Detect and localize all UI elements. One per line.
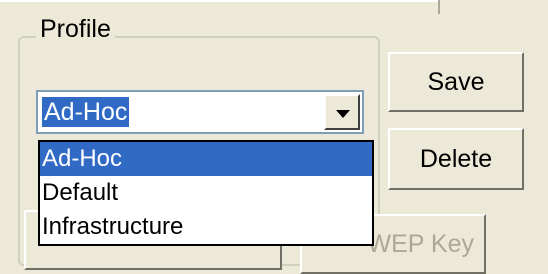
- chevron-down-icon: [336, 110, 350, 118]
- profile-dropdown-list: Ad-Hoc Default Infrastructure: [38, 140, 374, 246]
- profile-group-label: Profile: [36, 14, 115, 44]
- dropdown-option-default[interactable]: Default: [40, 176, 372, 210]
- save-button[interactable]: Save: [388, 52, 524, 112]
- delete-button[interactable]: Delete: [388, 128, 524, 190]
- top-edge-highlight: [0, 0, 440, 2]
- profile-combobox[interactable]: Ad-Hoc: [36, 90, 364, 134]
- dropdown-option-ad-hoc[interactable]: Ad-Hoc: [40, 142, 372, 176]
- combobox-dropdown-button[interactable]: [324, 94, 360, 130]
- dropdown-option-infrastructure[interactable]: Infrastructure: [40, 210, 372, 244]
- top-edge-divider: [438, 0, 440, 14]
- profile-combobox-value: Ad-Hoc: [42, 97, 130, 127]
